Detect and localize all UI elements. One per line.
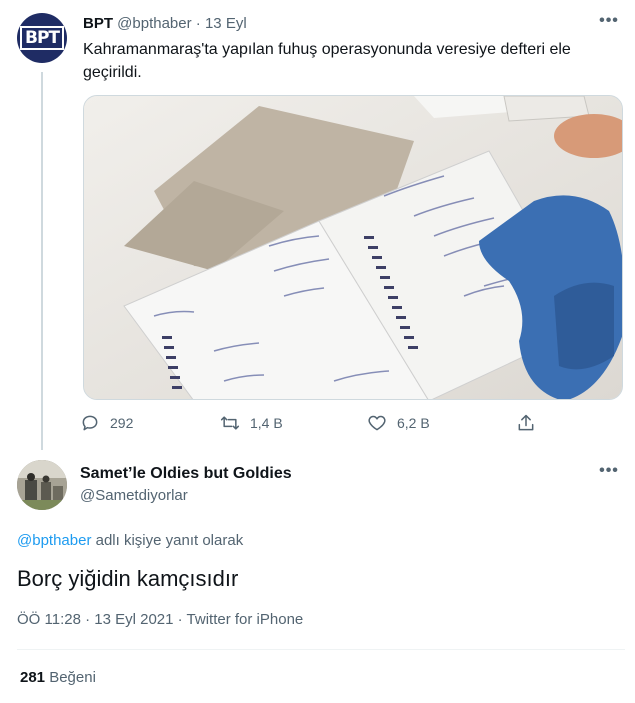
more-icon[interactable]: ••• (598, 463, 620, 484)
reply-count: 292 (110, 415, 134, 431)
tweet-actions: 292 1,4 B 6,2 B (80, 413, 550, 437)
reply-author-name[interactable]: Samet’le Oldies but Goldies (80, 464, 292, 484)
thread-connector-line (41, 72, 43, 450)
reply-timestamp[interactable]: ÖÖ 11:28 · 13 Eyl 2021 · Twitter for iPh… (17, 610, 303, 630)
retweet-action[interactable]: 1,4 B (220, 413, 283, 433)
like-action[interactable]: 6,2 B (367, 413, 430, 433)
tweet-text: Kahramanmaraş'ta yapılan fuhuş operasyon… (83, 41, 571, 81)
share-icon (518, 414, 534, 431)
reply-icon (82, 415, 98, 431)
retweet-icon (220, 416, 240, 430)
replying-to-text: adlı kişiye yanıt olarak (91, 532, 244, 549)
replying-to-mention[interactable]: @bpthaber (17, 532, 91, 549)
separator: · (195, 15, 201, 32)
author-name[interactable]: BPT (83, 15, 113, 32)
reply-action[interactable]: 292 (80, 413, 133, 433)
reply-likes[interactable]: 281 Beğeni (20, 668, 96, 688)
avatar[interactable]: BPT (17, 13, 67, 63)
divider (17, 649, 625, 650)
reply-author-handle[interactable]: @Sametdiyorlar (80, 486, 188, 506)
reply-like-label: Beğeni (49, 669, 96, 686)
like-count: 6,2 B (397, 415, 430, 431)
reply-like-count: 281 (20, 669, 46, 686)
avatar-photo-icon (17, 460, 67, 510)
reply-avatar[interactable] (17, 460, 67, 510)
notebook-photo-icon (84, 96, 622, 399)
avatar-logo: BPT (19, 26, 64, 50)
more-icon[interactable]: ••• (598, 13, 620, 34)
heart-icon (368, 415, 386, 431)
tweet-date[interactable]: 13 Eyl (205, 15, 247, 32)
tweet-header: BPT @bpthaber · 13 Eyl (83, 14, 247, 34)
retweet-count: 1,4 B (250, 415, 283, 431)
replying-to: @bpthaber adlı kişiye yanıt olarak (17, 531, 243, 551)
author-handle[interactable]: @bpthaber (117, 15, 191, 32)
tweet-photo[interactable] (83, 95, 623, 400)
share-action[interactable] (516, 413, 546, 433)
reply-text: Borç yiğidin kamçısıdır (17, 566, 239, 591)
